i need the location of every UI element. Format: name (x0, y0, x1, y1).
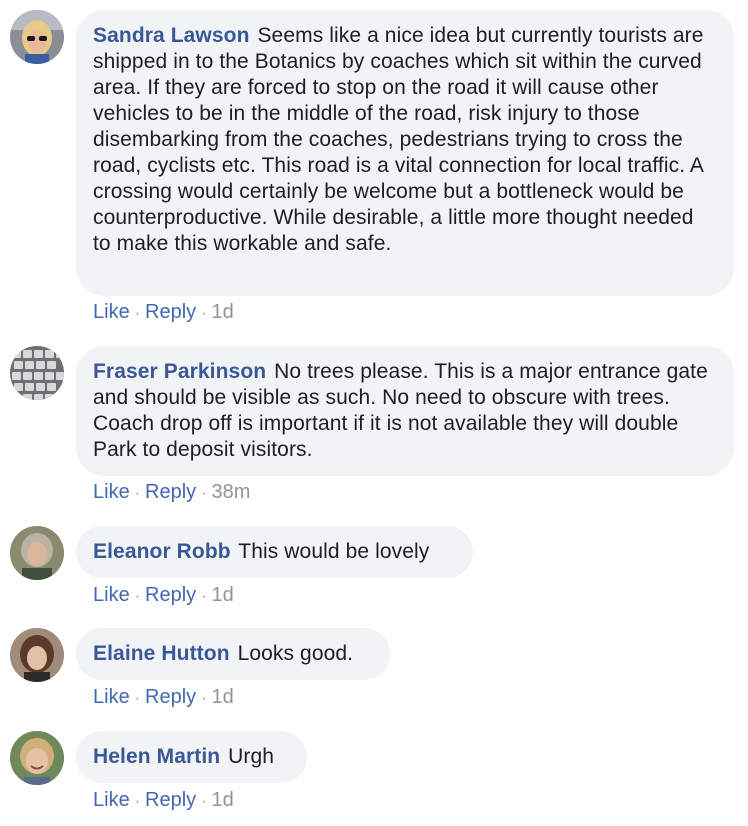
like-button[interactable]: Like (93, 789, 130, 811)
comment-text: Urgh (228, 745, 275, 768)
comment-author[interactable]: Fraser Parkinson (93, 360, 266, 383)
comment-author[interactable]: Elaine Hutton (93, 642, 230, 665)
like-button[interactable]: Like (93, 481, 130, 503)
comment-bubble: Eleanor Robb This would be lovely (76, 526, 473, 578)
avatar[interactable] (10, 731, 64, 785)
comment-bubble: Elaine Hutton Looks good. (76, 628, 390, 680)
comment-actions: Like · Reply · 1d (93, 788, 234, 814)
comment-bubble: Helen Martin Urgh (76, 731, 307, 783)
avatar-woman-smiling-blonde-icon (10, 731, 64, 785)
comment-actions: Like · Reply · 1d (93, 300, 234, 326)
avatar[interactable] (10, 628, 64, 682)
comment-actions: Like · Reply · 1d (93, 685, 234, 711)
avatar-woman-blonde-sunglasses-icon (10, 10, 64, 64)
reply-button[interactable]: Reply (145, 481, 196, 503)
reply-button[interactable]: Reply (145, 584, 196, 606)
comment-timestamp[interactable]: 1d (212, 789, 234, 811)
like-button[interactable]: Like (93, 686, 130, 708)
separator: · (134, 485, 141, 502)
separator: · (134, 588, 141, 605)
comment-timestamp[interactable]: 38m (212, 481, 251, 503)
comment-timestamp[interactable]: 1d (212, 584, 234, 606)
like-button[interactable]: Like (93, 584, 130, 606)
separator: · (201, 485, 207, 502)
comment-timestamp[interactable]: 1d (212, 686, 234, 708)
comment-text: Looks good. (237, 642, 354, 665)
comment-text: This would be lovely (238, 540, 430, 563)
avatar[interactable] (10, 10, 64, 64)
separator: · (201, 690, 207, 707)
reply-button[interactable]: Reply (145, 301, 196, 323)
comment-timestamp[interactable]: 1d (212, 301, 234, 323)
comment-bubble: Fraser Parkinson No trees please. This i… (76, 346, 734, 476)
avatar-woman-grey-hair-icon (10, 526, 64, 580)
separator: · (134, 793, 141, 810)
comment-bubble: Sandra Lawson Seems like a nice idea but… (76, 10, 734, 296)
avatar-woman-bob-hair-icon (10, 628, 64, 682)
avatar[interactable] (10, 526, 64, 580)
avatar[interactable] (10, 346, 64, 400)
avatar-keyboard-icon (10, 346, 64, 400)
separator: · (134, 690, 141, 707)
comment-actions: Like · Reply · 38m (93, 480, 250, 506)
comment-author[interactable]: Helen Martin (93, 745, 220, 768)
separator: · (201, 305, 207, 322)
comment-text: Seems like a nice idea but currently tou… (93, 24, 704, 255)
comment-author[interactable]: Sandra Lawson (93, 24, 250, 47)
like-button[interactable]: Like (93, 301, 130, 323)
separator: · (134, 305, 141, 322)
reply-button[interactable]: Reply (145, 789, 196, 811)
separator: · (201, 793, 207, 810)
separator: · (201, 588, 207, 605)
comment-author[interactable]: Eleanor Robb (93, 540, 231, 563)
reply-button[interactable]: Reply (145, 686, 196, 708)
comment-actions: Like · Reply · 1d (93, 583, 234, 609)
